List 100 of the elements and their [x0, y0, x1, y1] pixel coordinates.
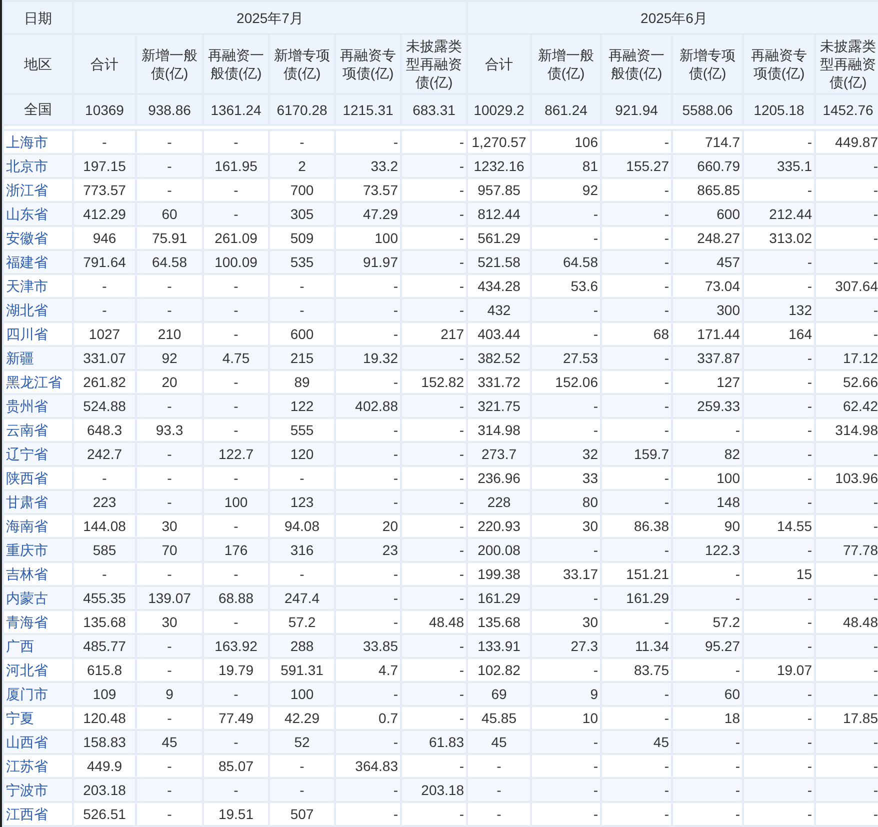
region-link[interactable]: 山东省	[4, 203, 72, 225]
region-link[interactable]: 青海省	[4, 611, 72, 633]
table-cell: 155.27	[602, 155, 671, 177]
table-cell: -	[336, 275, 400, 297]
table-cell: -	[402, 467, 466, 489]
table-cell: 248.27	[673, 227, 742, 249]
table-cell: -	[336, 683, 400, 705]
table-cell: 335.1	[744, 155, 814, 177]
region-link[interactable]: 新疆	[4, 347, 72, 369]
table-cell: -	[137, 299, 202, 321]
table-cell: -	[744, 731, 814, 753]
region-link[interactable]: 安徽省	[4, 227, 72, 249]
table-cell: 52	[270, 731, 334, 753]
region-link[interactable]: 四川省	[4, 323, 72, 345]
region-link[interactable]: 江西省	[4, 803, 72, 825]
table-cell: 236.96	[468, 467, 530, 489]
region-link[interactable]: 山西省	[4, 731, 72, 753]
table-cell: -	[336, 419, 400, 441]
region-link[interactable]: 江苏省	[4, 755, 72, 777]
table-cell: 161.29	[468, 587, 530, 609]
table-cell: 223	[74, 491, 135, 513]
region-link[interactable]: 重庆市	[4, 539, 72, 561]
table-cell: 109	[74, 683, 135, 705]
table-cell: 938.86	[137, 95, 202, 124]
table-cell: -	[532, 779, 600, 801]
table-cell: -	[336, 323, 400, 345]
region-link[interactable]: 厦门市	[4, 683, 72, 705]
table-cell: 507	[270, 803, 334, 825]
table-cell: 52.66	[816, 371, 878, 393]
table-cell: 75.91	[137, 227, 202, 249]
table-cell: -	[816, 251, 878, 273]
table-cell: -	[816, 779, 878, 801]
table-cell: -	[532, 539, 600, 561]
region-link[interactable]: 辽宁省	[4, 443, 72, 465]
table-cell: 11.34	[602, 635, 671, 657]
table-cell: 161.95	[204, 155, 268, 177]
column-header: 合计	[74, 35, 135, 93]
table-cell: 102.82	[468, 659, 530, 681]
table-cell: 152.82	[402, 371, 466, 393]
table-cell: -	[816, 803, 878, 825]
table-cell: 10369	[74, 95, 135, 124]
table-cell: -	[744, 755, 814, 777]
table-cell: -	[336, 131, 400, 153]
table-cell: -	[744, 179, 814, 201]
table-cell: 307.64	[816, 275, 878, 297]
table-cell: -	[602, 683, 671, 705]
table-cell: -	[74, 131, 135, 153]
table-cell: 412.29	[74, 203, 135, 225]
table-cell: 45	[602, 731, 671, 753]
table-cell: -	[602, 131, 671, 153]
region-link[interactable]: 黑龙江省	[4, 371, 72, 393]
table-cell: 382.52	[468, 347, 530, 369]
region-link[interactable]: 天津市	[4, 275, 72, 297]
table-cell: 331.72	[468, 371, 530, 393]
table-cell: 591.31	[270, 659, 334, 681]
table-cell: -	[402, 563, 466, 585]
table-cell: 73.04	[673, 275, 742, 297]
region-link[interactable]: 内蒙古	[4, 587, 72, 609]
table-cell: -	[816, 635, 878, 657]
region-link[interactable]: 宁夏	[4, 707, 72, 729]
region-link[interactable]: 福建省	[4, 251, 72, 273]
table-cell: -	[137, 275, 202, 297]
region-link[interactable]: 上海市	[4, 131, 72, 153]
table-cell: 57.2	[270, 611, 334, 633]
table-cell: 45	[137, 731, 202, 753]
table-cell: 42.29	[270, 707, 334, 729]
table-cell: -	[204, 275, 268, 297]
table-cell: -	[744, 803, 814, 825]
table-cell: 30	[137, 515, 202, 537]
table-cell: 9	[532, 683, 600, 705]
table-cell: 1205.18	[744, 95, 814, 124]
table-cell: -	[204, 611, 268, 633]
region-link[interactable]: 贵州省	[4, 395, 72, 417]
region-link[interactable]: 浙江省	[4, 179, 72, 201]
table-cell: -	[673, 731, 742, 753]
table-cell: 524.88	[74, 395, 135, 417]
region-link[interactable]: 陕西省	[4, 467, 72, 489]
table-cell: 30	[532, 515, 600, 537]
table-cell: -	[744, 443, 814, 465]
region-link[interactable]: 吉林省	[4, 563, 72, 585]
table-cell: -	[204, 131, 268, 153]
region-link[interactable]: 广西	[4, 635, 72, 657]
table-cell: -	[816, 443, 878, 465]
region-link[interactable]: 北京市	[4, 155, 72, 177]
table-cell: -	[468, 803, 530, 825]
column-header: 未披露类型再融资债(亿)	[402, 35, 466, 93]
table-cell: 615.8	[74, 659, 135, 681]
table-cell: -	[336, 779, 400, 801]
table-cell: -	[74, 563, 135, 585]
region-link[interactable]: 甘肃省	[4, 491, 72, 513]
region-link[interactable]: 云南省	[4, 419, 72, 441]
region-link[interactable]: 宁波市	[4, 779, 72, 801]
table-cell: -	[137, 467, 202, 489]
region-link[interactable]: 湖北省	[4, 299, 72, 321]
table-cell: -	[402, 683, 466, 705]
table-cell: 45.85	[468, 707, 530, 729]
region-link[interactable]: 海南省	[4, 515, 72, 537]
table-cell: 526.51	[74, 803, 135, 825]
table-cell: 485.77	[74, 635, 135, 657]
region-link[interactable]: 河北省	[4, 659, 72, 681]
